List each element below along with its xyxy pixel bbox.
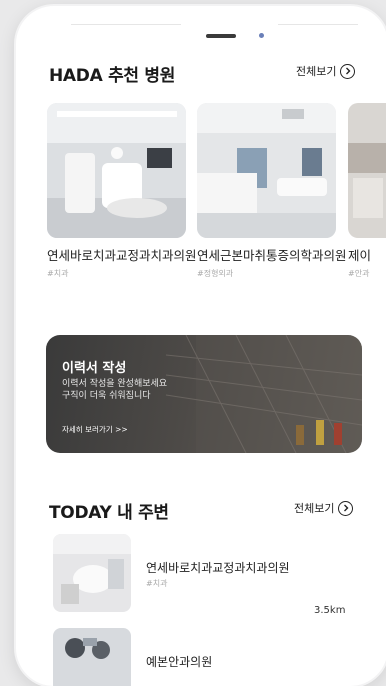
nearby-hospital-tag: #치과 bbox=[146, 579, 168, 588]
nearby-hospital-name: 연세바로치과교정과치과의원 bbox=[146, 561, 290, 575]
hospital-tag: #정형외과 bbox=[197, 269, 234, 278]
banner-desc-line: 이력서 작성을 완성해보세요 bbox=[62, 379, 168, 389]
speaker-notch bbox=[206, 34, 236, 38]
hospital-photo bbox=[47, 103, 186, 238]
nearby-hospital-name: 예본안과의원 bbox=[146, 655, 213, 669]
status-divider-left bbox=[71, 24, 181, 25]
hospital-name: 연세바로치과교정과치과의원 bbox=[47, 248, 197, 263]
hospital-photo bbox=[348, 103, 386, 238]
hospital-photo bbox=[197, 103, 336, 238]
resume-banner[interactable]: 이력서 작성 이력서 작성을 완성해보세요 구직이 더욱 쉬워집니다 자세히 보… bbox=[46, 335, 362, 453]
nearby-list-item[interactable] bbox=[53, 534, 131, 612]
hospital-card[interactable]: 연세근본마취통증의학과의원 #정형외과 bbox=[197, 103, 347, 279]
hospital-name: 제이 bbox=[348, 248, 372, 263]
banner-title: 이력서 작성 bbox=[62, 361, 127, 376]
hospital-photo bbox=[53, 534, 131, 612]
chevron-right-circle-icon bbox=[340, 63, 356, 79]
hospital-tag: #치과 bbox=[47, 269, 69, 278]
recommend-view-all-button[interactable]: 전체보기 bbox=[296, 63, 356, 79]
phone-frame: HADA 추천 병원 전체보기 연세바로치과교정과치과의원 #치과 연세근본마취… bbox=[16, 6, 386, 686]
hospital-card[interactable]: 제이 #안과 bbox=[348, 103, 386, 279]
hospital-name: 연세근본마취통증의학과의원 bbox=[197, 248, 347, 263]
hospital-photo bbox=[53, 628, 131, 686]
recommend-section-title: HADA 추천 병원 bbox=[49, 66, 176, 86]
hospital-card[interactable]: 연세바로치과교정과치과의원 #치과 bbox=[47, 103, 197, 279]
banner-detail-link[interactable]: 자세히 보러가기 >> bbox=[62, 424, 128, 435]
camera-dot bbox=[259, 33, 264, 38]
nearby-hospital-distance: 3.5km bbox=[314, 605, 346, 616]
view-all-label: 전체보기 bbox=[294, 502, 335, 515]
banner-desc-line: 구직이 더욱 쉬워집니다 bbox=[62, 391, 151, 401]
chevron-right-circle-icon bbox=[338, 500, 354, 516]
hospital-tag: #안과 bbox=[348, 269, 370, 278]
view-all-label: 전체보기 bbox=[296, 65, 337, 78]
nearby-list-item[interactable] bbox=[53, 628, 131, 686]
nearby-section-title: TODAY 내 주변 bbox=[49, 503, 169, 523]
nearby-view-all-button[interactable]: 전체보기 bbox=[294, 500, 354, 516]
status-divider-right bbox=[278, 24, 358, 25]
banner-description: 이력서 작성을 완성해보세요 구직이 더욱 쉬워집니다 bbox=[62, 378, 212, 402]
